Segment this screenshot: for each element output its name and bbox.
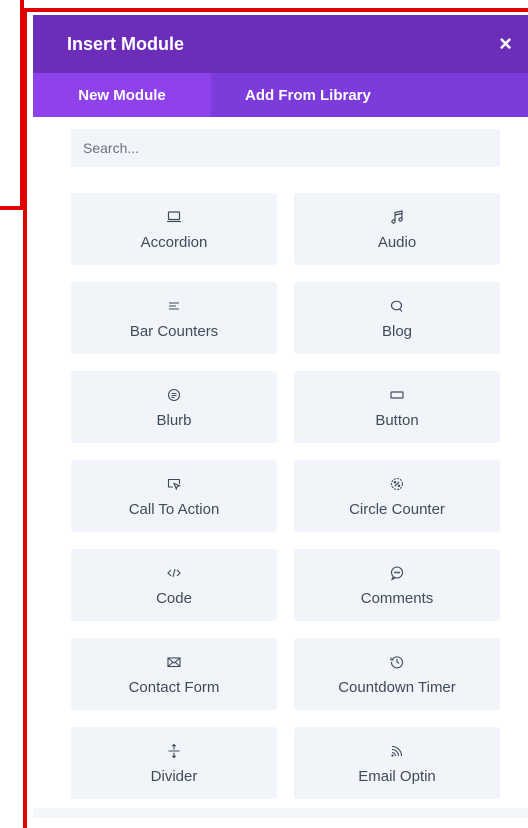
- annotation-outline-left: [0, 0, 24, 210]
- annotation-outline-frame: [23, 8, 528, 828]
